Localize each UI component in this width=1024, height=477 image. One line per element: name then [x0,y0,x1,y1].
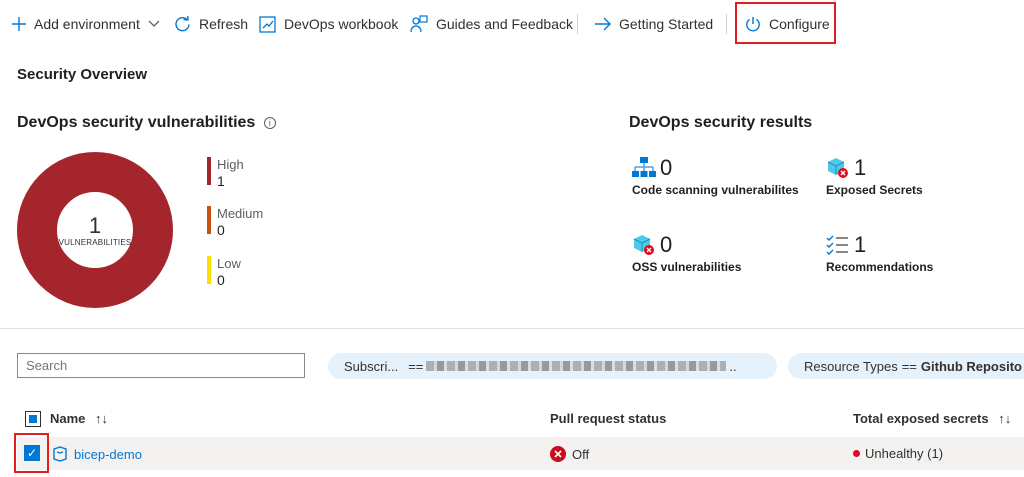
legend-color-low [207,256,211,284]
repo-name-link[interactable]: bicep-demo [74,447,142,462]
getting-started-button[interactable]: Getting Started [595,12,713,36]
exposed-secrets-count: 1 [854,155,867,180]
column-secrets-label: Total exposed secrets [853,411,989,426]
column-header-pr-status[interactable]: Pull request status [550,411,666,426]
workbook-icon [259,15,276,33]
error-icon [550,446,566,462]
code-scanning-count: 0 [660,155,673,180]
legend-low: Low 0 [207,256,241,288]
legend-value: 0 [217,222,225,238]
legend-color-high [207,157,211,185]
toolbar-divider [577,14,578,34]
subscription-filter-pill[interactable]: Subscri... == .. [328,353,777,379]
legend-value: 1 [217,173,225,189]
refresh-button[interactable]: Refresh [174,12,248,36]
guides-feedback-label: Guides and Feedback [436,16,573,32]
toolbar-divider [726,14,727,34]
repo-name-cell[interactable]: bicep-demo [52,446,142,462]
oss-label: OSS vulnerabilities [632,260,742,274]
legend-value: 0 [217,272,225,288]
vulnerabilities-total-label: VULNERABILITIES [58,237,132,247]
guides-feedback-button[interactable]: Guides and Feedback [410,12,573,36]
subscription-filter-label: Subscri... [344,358,399,374]
legend-name: High [217,157,244,172]
repository-icon [53,446,67,462]
legend-name: Low [217,256,241,271]
legend-color-medium [207,206,211,234]
vulnerabilities-title: DevOps security vulnerabilities [17,114,256,131]
legend-high: High 1 [207,157,244,189]
page-title: Security Overview [17,66,148,83]
refresh-label: Refresh [199,16,249,32]
resource-types-operator: == [901,358,917,374]
section-divider [0,328,1024,329]
donut-center: 1 VULNERABILITIES [17,152,173,308]
vulnerabilities-heading: DevOps security vulnerabilities i [17,114,276,132]
info-icon[interactable]: i [263,116,276,129]
feedback-icon [410,15,428,33]
result-oss-vulnerabilities[interactable]: 0 OSS vulnerabilities [632,232,742,275]
getting-started-label: Getting Started [619,16,714,32]
result-code-scanning[interactable]: 0 Code scanning vulnerabilites [632,155,799,197]
recommendations-icon [826,235,848,255]
secrets-cell: Unhealthy (1) [853,446,943,461]
select-all-checkbox[interactable] [25,411,41,427]
legend-medium: Medium 0 [207,206,263,238]
oss-icon [633,235,654,255]
exposed-secrets-label: Exposed Secrets [826,183,923,197]
recommendations-label: Recommendations [826,260,934,274]
command-bar: Add environment Refresh DevOps workbook … [0,0,1024,48]
code-scanning-label: Code scanning vulnerabilites [632,183,799,197]
vulnerabilities-donut-chart: 1 VULNERABILITIES [17,152,173,308]
sort-icon: ↑↓ [998,411,1012,426]
legend-name: Medium [217,206,264,221]
secrets-value: Unhealthy (1) [865,446,944,461]
vulnerabilities-total: 1 [88,212,102,238]
resource-types-filter-pill[interactable]: Resource Types == Github Reposito [788,353,1024,379]
search-input[interactable] [17,353,305,378]
status-dot-icon [853,450,860,457]
sort-icon: ↑↓ [95,411,109,426]
plus-icon [12,17,26,31]
pr-status-value: Off [572,446,590,462]
subscription-filter-operator: == [408,358,424,374]
results-heading: DevOps security results [629,114,813,131]
recommendations-count: 1 [854,232,867,257]
chevron-down-icon [148,20,160,27]
redacted-subscription [426,361,727,371]
resource-types-value: Github Reposito [920,358,1022,374]
devops-workbook-button[interactable]: DevOps workbook [259,12,398,36]
row-checkbox-highlight-box [14,433,49,473]
subscription-filter-ellipsis: .. [729,358,737,374]
devops-workbook-label: DevOps workbook [284,16,399,32]
configure-highlight-box [735,2,836,44]
resource-types-label: Resource Types [804,358,898,374]
column-header-name[interactable]: Name ↑↓ [50,411,108,426]
add-environment-label: Add environment [34,16,140,32]
column-header-secrets[interactable]: Total exposed secrets ↑↓ [853,411,1011,426]
result-exposed-secrets[interactable]: 1 Exposed Secrets [826,155,923,198]
column-name-label: Name [50,411,86,426]
refresh-icon [175,15,190,31]
result-recommendations[interactable]: 1 Recommendations [826,232,934,275]
pr-status-cell: Off [550,446,589,462]
code-scanning-icon [632,157,656,177]
oss-count: 0 [660,232,673,257]
exposed-secrets-icon [827,158,848,178]
arrow-right-icon [595,17,611,31]
add-environment-button[interactable]: Add environment [12,12,160,36]
